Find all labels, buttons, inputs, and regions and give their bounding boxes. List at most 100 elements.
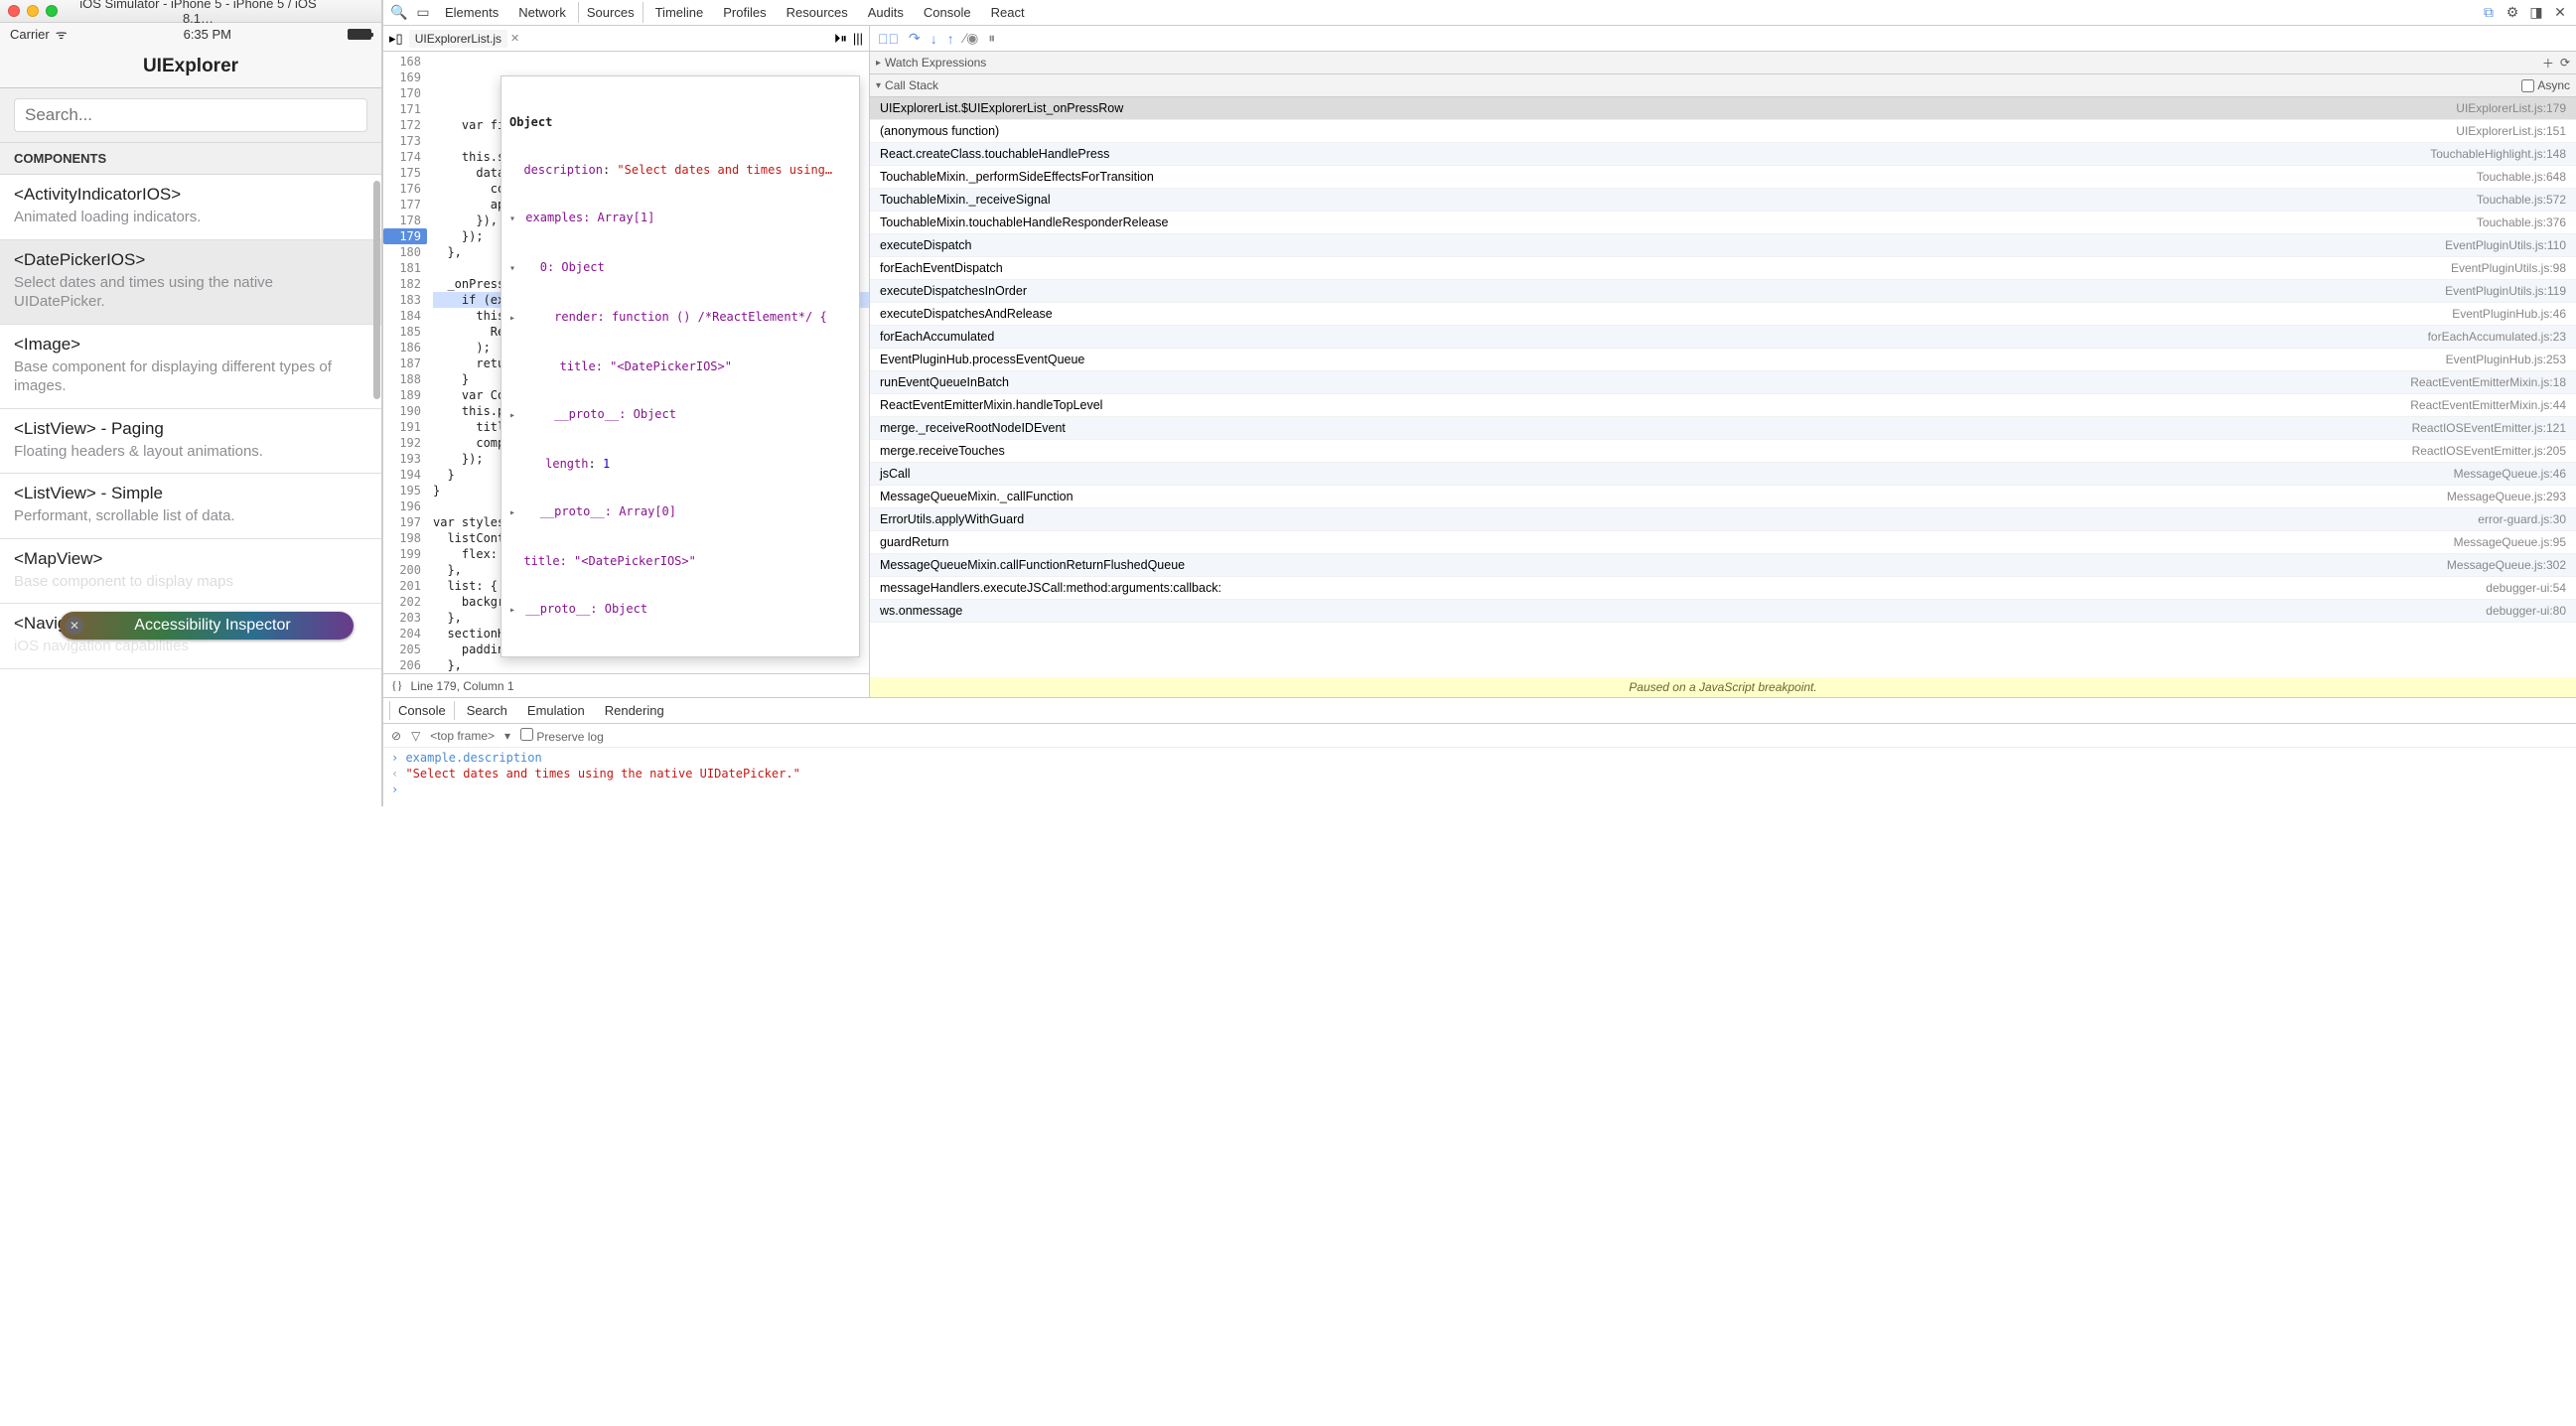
add-icon[interactable]: ＋	[2542, 55, 2554, 71]
step-over-icon[interactable]: ↷	[909, 30, 921, 47]
tab-audits[interactable]: Audits	[860, 2, 912, 23]
stack-frame[interactable]: runEventQueueInBatchReactEventEmitterMix…	[870, 371, 2576, 394]
stack-frame[interactable]: EventPluginHub.processEventQueueEventPlu…	[870, 349, 2576, 371]
stack-frame[interactable]: TouchableMixin._receiveSignalTouchable.j…	[870, 189, 2576, 212]
devtools-toolbar: 🔍 ▭ Elements Network Sources Timeline Pr…	[383, 0, 2576, 26]
stack-frame[interactable]: jsCallMessageQueue.js:46	[870, 463, 2576, 486]
stack-frame[interactable]: executeDispatchEventPluginUtils.js:110	[870, 234, 2576, 257]
stack-frame[interactable]: executeDispatchesAndReleaseEventPluginHu…	[870, 303, 2576, 326]
components-section-header: COMPONENTS	[0, 143, 381, 175]
drawer-tab-search[interactable]: Search	[459, 701, 515, 720]
zoom-icon[interactable]	[46, 5, 58, 17]
tab-elements[interactable]: Elements	[437, 2, 506, 23]
list-item[interactable]: <ActivityIndicatorIOS>Animated loading i…	[0, 175, 381, 240]
stack-frame[interactable]: React.createClass.touchableHandlePressTo…	[870, 143, 2576, 166]
carrier-label: Carrier	[10, 27, 50, 42]
stack-frame[interactable]: forEachEventDispatchEventPluginUtils.js:…	[870, 257, 2576, 280]
split-icon[interactable]: |||	[853, 31, 863, 46]
stack-frame[interactable]: ErrorUtils.applyWithGuarderror-guard.js:…	[870, 508, 2576, 531]
list-item[interactable]: <ListView> - PagingFloating headers & la…	[0, 409, 381, 475]
stack-frame[interactable]: forEachAccumulatedforEachAccumulated.js:…	[870, 326, 2576, 349]
list-item[interactable]: <Image>Base component for displaying dif…	[0, 325, 381, 409]
stack-frame[interactable]: executeDispatchesInOrderEventPluginUtils…	[870, 280, 2576, 303]
filter-icon[interactable]: ▽	[411, 729, 420, 743]
dock-icon[interactable]: ◨	[2526, 3, 2546, 23]
pretty-print-icon[interactable]: ⏵⏸	[834, 31, 847, 47]
gear-icon[interactable]: ⚙	[2503, 3, 2522, 23]
call-stack-header[interactable]: ▾Call Stack Async	[870, 74, 2576, 97]
tab-timeline[interactable]: Timeline	[647, 2, 712, 23]
drawer-tab-rendering[interactable]: Rendering	[597, 701, 672, 720]
clear-console-icon[interactable]: ⊘	[391, 729, 401, 743]
tab-profiles[interactable]: Profiles	[715, 2, 774, 23]
tab-console[interactable]: Console	[916, 2, 979, 23]
close-tab-icon[interactable]: ✕	[510, 32, 519, 45]
close-icon[interactable]	[8, 5, 20, 17]
tab-sources[interactable]: Sources	[578, 2, 644, 23]
code-body[interactable]: 1681691701711721731741751761771781791801…	[383, 52, 869, 673]
stack-frame[interactable]: UIExplorerList.$UIExplorerList_onPressRo…	[870, 97, 2576, 120]
debugger-toolbar: ▶⃓ ↷ ↓ ↑ ⁄◉ ⏸	[870, 26, 2576, 52]
ios-status-bar: Carrier ᯤ 6:35 PM	[0, 23, 381, 45]
call-stack-list[interactable]: UIExplorerList.$UIExplorerList_onPressRo…	[870, 97, 2576, 677]
wifi-icon: ᯤ	[56, 25, 68, 43]
value-tooltip[interactable]: Object description: "Select dates and ti…	[501, 75, 860, 657]
stack-frame[interactable]: ReactEventEmitterMixin.handleTopLevelRea…	[870, 394, 2576, 417]
search-input[interactable]	[14, 98, 367, 132]
drawer-tabs: Console Search Emulation Rendering	[383, 698, 2576, 724]
pause-exceptions-icon[interactable]: ⏸	[988, 30, 995, 47]
debugger-sidebar: ▶⃓ ↷ ↓ ↑ ⁄◉ ⏸ ▸Watch Expressions ＋ ⟳ ▾Ca…	[870, 26, 2576, 697]
scrollbar[interactable]	[373, 181, 380, 399]
pretty-print-icon[interactable]: {}	[391, 678, 403, 693]
file-tab-active[interactable]: UIExplorerList.js	[409, 30, 507, 48]
navigator-toggle-icon[interactable]: ▸▯	[389, 31, 403, 47]
step-into-icon[interactable]: ↓	[930, 31, 937, 47]
deactivate-breakpoints-icon[interactable]: ⁄◉	[964, 30, 979, 47]
close-icon[interactable]: ✕	[66, 617, 83, 635]
search-icon[interactable]: 🔍	[389, 3, 409, 23]
stack-frame[interactable]: MessageQueueMixin.callFunctionReturnFlus…	[870, 554, 2576, 577]
minimize-icon[interactable]	[27, 5, 39, 17]
drawer-tab-emulation[interactable]: Emulation	[519, 701, 593, 720]
code-text[interactable]: Object description: "Select dates and ti…	[427, 52, 869, 673]
source-editor: ▸▯ UIExplorerList.js ✕ ⏵⏸ ||| 1681691701…	[383, 26, 870, 697]
line-gutter[interactable]: 1681691701711721731741751761771781791801…	[383, 52, 427, 673]
status-time: 6:35 PM	[68, 27, 348, 42]
stack-frame[interactable]: merge.receiveTouchesReactIOSEventEmitter…	[870, 440, 2576, 463]
file-tabs: ▸▯ UIExplorerList.js ✕ ⏵⏸ |||	[383, 26, 869, 52]
tab-resources[interactable]: Resources	[779, 2, 856, 23]
components-list[interactable]: <ActivityIndicatorIOS>Animated loading i…	[0, 175, 381, 806]
step-out-icon[interactable]: ↑	[947, 31, 954, 47]
list-item[interactable]: <MapView>Base component to display maps	[0, 539, 381, 605]
frame-selector[interactable]: <top frame>	[430, 729, 495, 743]
refresh-icon[interactable]: ⟳	[2560, 56, 2570, 70]
drawer-tab-console[interactable]: Console	[389, 701, 455, 720]
tab-react[interactable]: React	[983, 2, 1033, 23]
stack-frame[interactable]: merge._receiveRootNodeIDEventReactIOSEve…	[870, 417, 2576, 440]
preserve-log-checkbox[interactable]	[520, 728, 533, 741]
async-checkbox[interactable]	[2521, 79, 2534, 92]
chevron-down-icon[interactable]: ▾	[504, 729, 510, 743]
stack-frame[interactable]: TouchableMixin._performSideEffectsForTra…	[870, 166, 2576, 189]
accessibility-inspector-badge[interactable]: ✕ Accessibility Inspector	[60, 612, 354, 640]
list-item[interactable]: <DatePickerIOS>Select dates and times us…	[0, 240, 381, 325]
stack-frame[interactable]: ws.onmessagedebugger-ui:80	[870, 600, 2576, 623]
device-mode-icon[interactable]: ▭	[413, 3, 433, 23]
watch-expressions-header[interactable]: ▸Watch Expressions ＋ ⟳	[870, 52, 2576, 74]
tab-network[interactable]: Network	[510, 2, 574, 23]
list-item[interactable]: <ListView> - SimplePerformant, scrollabl…	[0, 474, 381, 539]
drawer-toggle-icon[interactable]: ⧉	[2479, 3, 2499, 23]
console-output[interactable]: example.description "Select dates and ti…	[383, 748, 2576, 806]
resume-icon[interactable]: ▶⃓	[878, 31, 899, 47]
window-titlebar[interactable]: iOS Simulator - iPhone 5 - iPhone 5 / iO…	[0, 0, 381, 23]
stack-frame[interactable]: guardReturnMessageQueue.js:95	[870, 531, 2576, 554]
close-icon[interactable]: ✕	[2550, 3, 2570, 23]
editor-statusbar: {} Line 179, Column 1	[383, 673, 869, 697]
battery-icon	[348, 29, 371, 40]
search-bar	[0, 88, 381, 143]
stack-frame[interactable]: (anonymous function)UIExplorerList.js:15…	[870, 120, 2576, 143]
stack-frame[interactable]: messageHandlers.executeJSCall:method:arg…	[870, 577, 2576, 600]
paused-banner: Paused on a JavaScript breakpoint.	[870, 677, 2576, 697]
stack-frame[interactable]: MessageQueueMixin._callFunctionMessageQu…	[870, 486, 2576, 508]
stack-frame[interactable]: TouchableMixin.touchableHandleResponderR…	[870, 212, 2576, 234]
